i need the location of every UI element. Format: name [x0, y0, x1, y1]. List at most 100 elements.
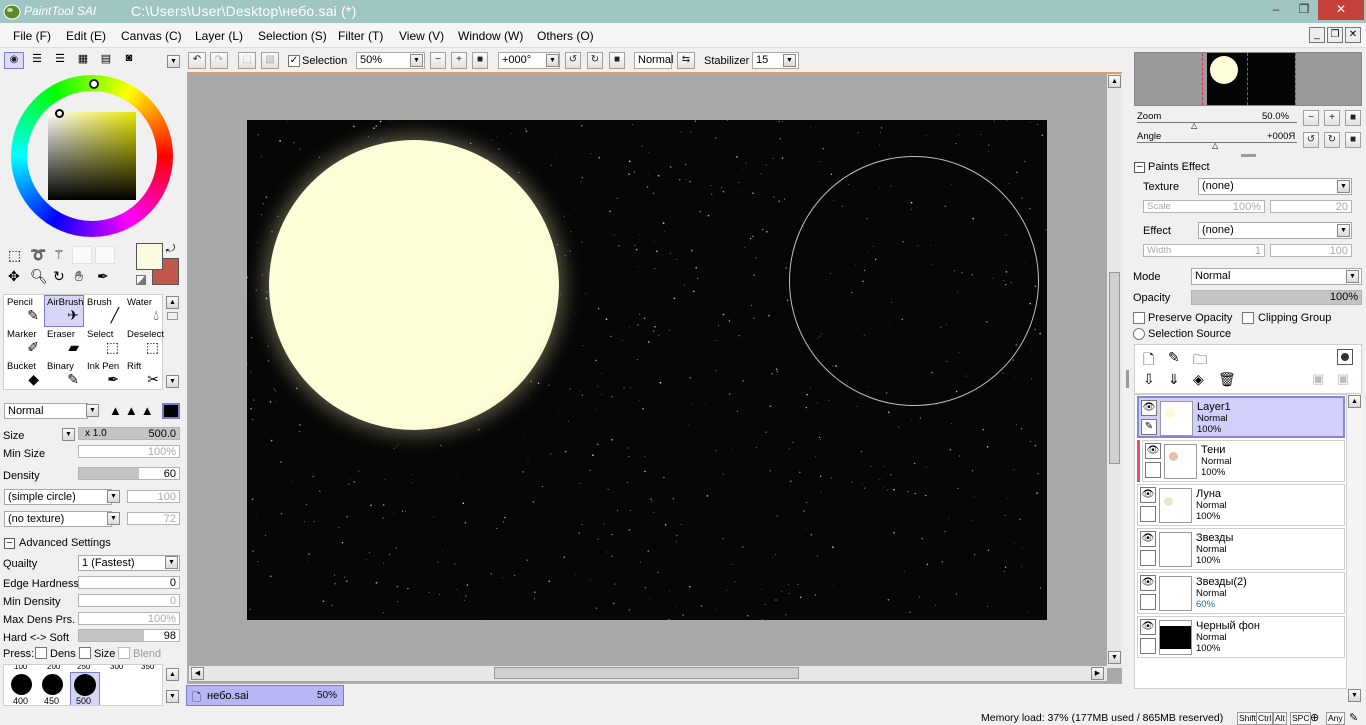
edge-hardness-slider[interactable]: 0: [78, 576, 180, 589]
rect-select-icon[interactable]: ⬚: [8, 247, 21, 264]
nav-zoom-slider[interactable]: [1137, 122, 1297, 123]
layer-lock-box[interactable]: [1145, 462, 1161, 478]
min-size-slider[interactable]: 100%: [78, 445, 180, 458]
rotate-reset-button[interactable]: ■: [609, 52, 625, 69]
selection-source-radio[interactable]: [1133, 328, 1145, 340]
swatches-tab[interactable]: ▦: [73, 52, 93, 69]
preset-500-selected[interactable]: 500: [70, 672, 100, 705]
transparent-color-icon[interactable]: [136, 275, 146, 285]
scale-strength-slider[interactable]: 20: [1270, 200, 1352, 213]
width-strength-slider[interactable]: 100: [1270, 244, 1352, 257]
menu-edit[interactable]: Edit (E): [66, 29, 106, 43]
edit-pen-icon[interactable]: ✎: [1141, 419, 1157, 435]
menu-others[interactable]: Others (O): [537, 29, 594, 43]
blend-mode-arrow[interactable]: ▼: [86, 404, 99, 417]
tip-shape-icon[interactable]: ▲: [109, 403, 125, 418]
layer-item[interactable]: 👁︎ Черный фон Normal 100%: [1137, 616, 1345, 658]
eye-icon[interactable]: 👁︎: [1141, 400, 1157, 416]
tool-select[interactable]: Select ⬚: [84, 327, 124, 359]
hscroll-left[interactable]: ◀: [191, 667, 204, 680]
preset-450[interactable]: 450: [39, 672, 67, 705]
brush-texture-arrow[interactable]: ▼: [107, 512, 120, 525]
layer-mask-icon[interactable]: [1337, 349, 1353, 365]
tool-ink-pen[interactable]: Ink Pen ✒: [84, 359, 124, 391]
mixer-tab[interactable]: ◙: [119, 52, 139, 69]
primary-color-swatch[interactable]: [136, 243, 163, 270]
size-slider[interactable]: x 1.0 500.0: [78, 427, 180, 440]
tool-scroll-thumb[interactable]: [167, 312, 178, 320]
panel-splitter-grip[interactable]: [1241, 154, 1256, 157]
transfer-down-icon[interactable]: ⇩: [1143, 371, 1155, 388]
nav-rotate-left-button[interactable]: ↺: [1303, 132, 1319, 148]
nav-zoom-thumb[interactable]: △: [1191, 121, 1197, 130]
tool-marker[interactable]: Marker ✐: [4, 327, 44, 359]
undo-button[interactable]: ↶: [188, 52, 206, 69]
nav-zoom-out-button[interactable]: −: [1303, 110, 1319, 126]
selection-checkbox[interactable]: ✓: [288, 55, 300, 67]
deselect-button[interactable]: ⬚: [238, 52, 256, 69]
nav-rotate-right-button[interactable]: ↻: [1324, 132, 1340, 148]
view-mode-select[interactable]: Normal: [634, 52, 673, 69]
swap-colors-icon[interactable]: ⤾: [166, 243, 175, 256]
layer-scroll-down[interactable]: ▼: [1348, 689, 1361, 702]
vscroll-thumb[interactable]: [1109, 272, 1120, 464]
mdi-restore-button[interactable]: ❐: [1327, 27, 1343, 43]
lasso-icon[interactable]: ➰: [30, 247, 46, 263]
effect-select[interactable]: (none): [1198, 222, 1352, 239]
hue-cursor[interactable]: [89, 79, 99, 89]
press-size-checkbox[interactable]: [79, 647, 91, 659]
layer-item[interactable]: 👁︎ Тени Normal 100%: [1142, 440, 1345, 482]
hand-icon[interactable]: ✋︎: [75, 268, 83, 285]
layer-mode-arrow[interactable]: ▼: [1346, 270, 1359, 283]
layer-item[interactable]: 👁︎ Звезды Normal 100%: [1137, 528, 1345, 570]
rotate-icon[interactable]: ↻: [53, 268, 65, 285]
close-button[interactable]: ✕: [1318, 0, 1364, 20]
layer-lock-box[interactable]: [1140, 550, 1156, 566]
minimize-button[interactable]: –: [1262, 0, 1290, 20]
menu-window[interactable]: Window (W): [458, 29, 523, 43]
brush-tip-shapes[interactable]: ▲▲▲: [109, 404, 157, 418]
layer-item[interactable]: 👁︎ Луна Normal 100%: [1137, 484, 1345, 526]
preserve-opacity-checkbox[interactable]: [1133, 312, 1145, 324]
nav-angle-thumb[interactable]: △: [1212, 141, 1218, 150]
zoom-icon[interactable]: 🔍︎: [30, 268, 48, 285]
layer-item[interactable]: 👁︎ Звезды(2) Normal 60%: [1137, 572, 1345, 614]
vscroll-down[interactable]: ▼: [1108, 651, 1121, 664]
tool-bucket[interactable]: Bucket ◆: [4, 359, 44, 391]
stabilizer-arrow[interactable]: ▼: [783, 54, 796, 67]
clipping-group-checkbox[interactable]: [1242, 312, 1254, 324]
brush-shape-arrow[interactable]: ▼: [107, 490, 120, 503]
magic-wand-icon[interactable]: ⚚: [53, 247, 65, 263]
delete-layer-icon[interactable]: 🗑︎: [1218, 371, 1236, 388]
panel-splitter-grip[interactable]: [1126, 370, 1129, 388]
effect-arrow[interactable]: ▼: [1337, 224, 1350, 237]
hscroll-right[interactable]: ▶: [1091, 667, 1104, 680]
press-dens-checkbox[interactable]: [35, 647, 47, 659]
invert-selection-button[interactable]: ▧: [261, 52, 279, 69]
rotate-left-button[interactable]: ↺: [565, 52, 581, 69]
menu-file[interactable]: File (F): [13, 29, 51, 43]
scratchpad-tab[interactable]: ▤: [96, 52, 116, 69]
merge-mask-icon[interactable]: ▣: [1337, 371, 1349, 387]
density-slider[interactable]: 60: [78, 467, 180, 480]
scale-slider[interactable]: Scale 100%: [1143, 200, 1265, 213]
merge-down-icon[interactable]: ⇓: [1168, 371, 1180, 388]
layer-list-scrollbar[interactable]: [1347, 394, 1362, 704]
brush-texture-slider[interactable]: 72: [127, 512, 180, 525]
tool-deselect[interactable]: Deselect ⬚: [124, 327, 164, 359]
hscroll-thumb[interactable]: [494, 667, 799, 679]
presets-scroll-down[interactable]: ▼: [166, 690, 179, 703]
mdi-minimize-button[interactable]: _: [1309, 27, 1325, 43]
vscroll-up[interactable]: ▲: [1108, 75, 1121, 88]
document-tab[interactable]: 🗋︎ небо.sai 50%: [186, 685, 344, 706]
eye-icon[interactable]: 👁︎: [1140, 531, 1156, 547]
canvas-document[interactable]: [247, 120, 1047, 620]
hard-soft-slider[interactable]: 98: [78, 629, 180, 642]
layer-lock-box[interactable]: [1140, 594, 1156, 610]
preset-400[interactable]: 400: [8, 672, 36, 705]
hsv-slider-tab[interactable]: ☰: [50, 52, 70, 69]
clear-layer-icon[interactable]: ◈: [1193, 371, 1204, 388]
texture-select[interactable]: (none): [1198, 178, 1352, 195]
tip-shape-icon[interactable]: ▲: [141, 403, 157, 418]
menu-layer[interactable]: Layer (L): [195, 29, 243, 43]
